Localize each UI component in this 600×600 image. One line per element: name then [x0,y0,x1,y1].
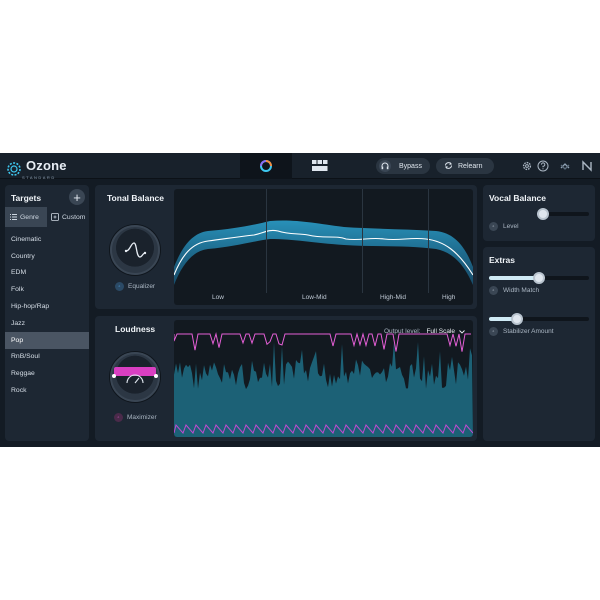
list-icon [10,214,17,220]
band-divider [362,189,363,293]
ozone-logo-icon [7,161,21,176]
maximizer-label: Maximizer [127,414,157,421]
band-divider [266,189,267,293]
genre-item[interactable]: RnB/Soul [5,349,89,366]
logo-text: Ozone [26,158,67,173]
headphones-icon [379,160,391,172]
assistant-view-tab[interactable] [240,153,292,179]
stabilizer-label: Stabilizer Amount [503,328,554,335]
stabilizer-thumb[interactable] [511,313,523,325]
width-match-thumb[interactable] [533,272,545,284]
tab-custom-label: Custom [62,213,86,221]
plus-icon: + [73,189,81,205]
output-level-value: Full Scale [426,328,455,335]
power-icon: ◦ [489,327,498,336]
logo-edition: STANDARD [22,175,56,180]
target-tabs: Genre Custom [5,207,89,227]
loudness-panel: Loudness ◦ Maximizer Output level: Full … [95,316,477,441]
genre-item[interactable]: Rock [5,382,89,399]
genre-item[interactable]: Country [5,248,89,265]
add-target-button[interactable]: + [69,189,85,205]
genre-item-selected[interactable]: Pop [5,331,89,349]
modules-view-tab[interactable] [294,153,346,179]
genre-item[interactable]: EDM [5,265,89,282]
band-label-high-mid: High-Mid [380,294,407,301]
equalizer-label: Equalizer [128,283,156,290]
bypass-button[interactable]: Bypass [376,158,430,174]
ceiling-line [174,332,471,352]
power-icon: ◦ [115,282,124,291]
output-level-label: Output level: [383,328,421,335]
equalizer-knob[interactable] [110,225,160,275]
header-bar: Ozone STANDARD Bypass Relearn [0,153,600,180]
izotope-n-icon [582,160,592,172]
extras-title: Extras [489,255,515,265]
tab-genre-label: Genre [20,213,39,221]
genre-list: Cinematic Country EDM Folk Hip-hop/Rap J… [5,231,89,399]
relearn-label: Relearn [458,162,483,170]
loudness-area [174,342,473,437]
tonal-balance-title: Tonal Balance [107,193,164,203]
width-match-fill [489,276,539,280]
relearn-button[interactable]: Relearn [436,158,494,174]
link-icon[interactable] [559,160,571,172]
refresh-icon [444,161,453,172]
width-match-label: Width Match [503,287,540,294]
tab-custom[interactable]: Custom [47,207,89,227]
width-match-caption[interactable]: ◦ Width Match [489,286,539,295]
help-icon[interactable] [537,160,549,172]
module-grid-icon [312,160,328,171]
power-icon: ◦ [489,222,498,231]
stabilizer-slider[interactable] [489,313,589,325]
maximizer-knob[interactable] [110,352,160,402]
maximizer-caption[interactable]: ◦ Maximizer [114,413,157,422]
gear-icon[interactable] [521,160,533,172]
maximizer-gauge-icon [112,367,158,384]
loudness-waveform [174,332,473,437]
band-label-low-mid: Low-Mid [302,294,327,301]
ozone-app: Ozone STANDARD Bypass Relearn Targets + … [0,153,600,447]
custom-file-icon [51,213,59,221]
chevron-down-icon [459,329,465,334]
bypass-label: Bypass [399,162,422,170]
stabilizer-caption[interactable]: ◦ Stabilizer Amount [489,327,554,336]
tonal-balance-panel: Tonal Balance ◦ Equalizer Low Low-Mid Hi… [95,185,477,309]
level-caption[interactable]: ◦ Level [489,222,519,231]
level-slider[interactable] [537,208,589,220]
loudness-graph: Output level: Full Scale [174,320,473,437]
tab-genre[interactable]: Genre [5,207,47,227]
level-slider-thumb[interactable] [537,208,550,220]
targets-title: Targets [11,193,42,203]
assistant-swirl-icon [260,160,272,172]
genre-item[interactable]: Cinematic [5,231,89,248]
output-level-select[interactable]: Output level: Full Scale [384,328,465,335]
band-label-low: Low [212,294,224,301]
extras-panel: Extras ◦ Width Match ◦ Stabilizer Amount [483,247,595,441]
loudness-title: Loudness [115,324,156,334]
genre-item[interactable]: Jazz [5,315,89,332]
eq-curve-icon [124,242,147,258]
genre-item[interactable]: Reggae [5,365,89,382]
equalizer-caption[interactable]: ◦ Equalizer [115,282,155,291]
band-label-high: High [442,294,456,301]
power-icon: ◦ [114,413,123,422]
power-icon: ◦ [489,286,498,295]
band-divider [428,189,429,293]
ozone-logo: Ozone STANDARD [6,157,67,180]
vocal-balance-panel: Vocal Balance ◦ Level [483,185,595,241]
genre-item[interactable]: Folk [5,281,89,298]
targets-panel: Targets + Genre Custom Cinematic Country… [5,185,89,441]
tonal-balance-graph: Low Low-Mid High-Mid High [174,189,473,305]
genre-item[interactable]: Hip-hop/Rap [5,298,89,315]
vocal-balance-title: Vocal Balance [489,193,547,203]
width-match-slider[interactable] [489,272,589,284]
level-label: Level [503,223,519,230]
